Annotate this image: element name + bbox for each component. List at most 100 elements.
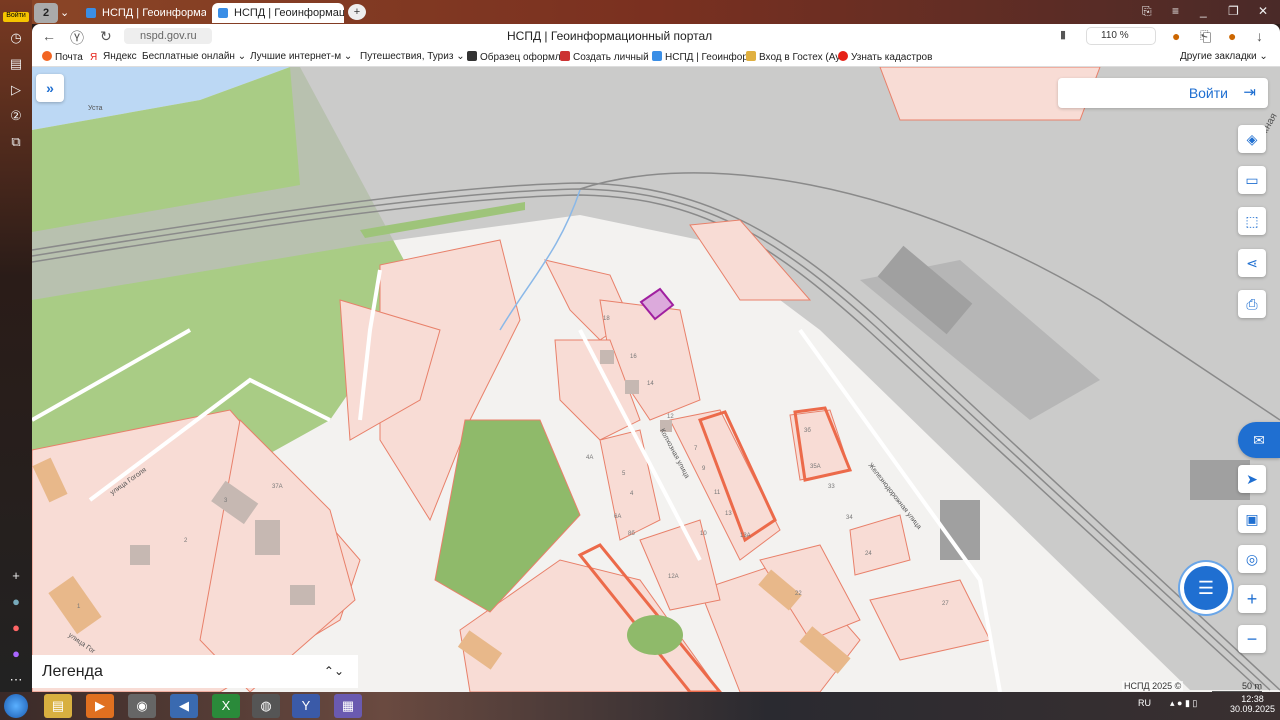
feedback-icon: ✉ <box>1253 432 1265 448</box>
chevron-updown-icon[interactable]: ⌃⌄ <box>324 655 344 688</box>
date: 30.09.2025 <box>1230 704 1276 714</box>
chrome-icon[interactable]: ◉ <box>128 694 156 718</box>
zoom-out-button[interactable]: − <box>1238 625 1266 653</box>
browser-app-icon[interactable]: ◍ <box>252 694 280 718</box>
yandex-icon: Я <box>90 52 98 63</box>
chat-icon: ☰ <box>1197 578 1215 598</box>
house-number: 13А <box>740 533 751 539</box>
attribution: НСПД 2025 © <box>1122 681 1184 691</box>
yandex-browser-icon[interactable]: Y <box>292 694 320 718</box>
add-icon[interactable]: + <box>6 566 26 586</box>
plus-icon: + <box>1246 589 1258 609</box>
bookmark-icon[interactable]: ▮ <box>1060 28 1066 41</box>
minimize-button[interactable]: _ <box>1200 4 1207 18</box>
bookmark-label: Почта <box>55 52 83 63</box>
bookmark-item[interactable]: Узнать кадастров <box>838 51 932 63</box>
geolocation-button[interactable]: ➤ <box>1238 465 1266 493</box>
notes-icon[interactable]: ▤ <box>6 54 26 74</box>
yandex-icon[interactable]: Ⓨ <box>70 28 84 48</box>
house-number: 24 <box>865 551 872 557</box>
area-select-button[interactable]: ⬚ <box>1238 207 1266 235</box>
bookmarks-panel-icon[interactable]: ⎘ <box>1142 4 1152 19</box>
bookmark-folder[interactable]: Путешествия, Туриз ⌄ <box>360 51 465 62</box>
house-number: 6А <box>614 514 621 520</box>
nspd-icon <box>652 51 662 61</box>
home-icon <box>838 51 848 61</box>
login-button[interactable]: Войти ⇥ <box>1058 78 1268 108</box>
locate-button[interactable]: ◎ <box>1238 545 1266 573</box>
bookmark-item[interactable]: Я Яндекс <box>90 51 137 63</box>
browser-sidebar: Войти ◷ ▤ ▷ ② ⧉ + ● ● ● ⋯ <box>0 0 32 692</box>
tabs-dropdown-icon[interactable]: ⌄ <box>58 3 72 23</box>
profile-icon[interactable]: ● <box>1228 28 1236 44</box>
menu-icon[interactable]: ≡ <box>1172 4 1179 18</box>
assistant-icon[interactable]: ● <box>6 644 26 664</box>
market-icon[interactable]: ● <box>6 618 26 638</box>
close-window-button[interactable]: ✕ <box>1258 4 1268 18</box>
layers-button[interactable]: ◈ <box>1238 125 1266 153</box>
bookmark-folder[interactable]: Бесплатные онлайн ⌄ <box>142 51 246 62</box>
collections-icon[interactable]: ⧉ <box>6 132 26 152</box>
excel-icon[interactable]: X <box>212 694 240 718</box>
tab-2[interactable]: НСПД | Геоинформаци ✕ <box>212 3 344 23</box>
tab-bar: 2 ⌄ НСПД | Геоинформационн НСПД | Геоинф… <box>32 0 1280 24</box>
zoom-indicator[interactable]: 110 % <box>1086 27 1156 45</box>
url-field[interactable]: nspd.gov.ru <box>124 28 212 44</box>
measure-button[interactable]: ▭ <box>1238 166 1266 194</box>
tab-1[interactable]: НСПД | Геоинформационн <box>80 3 206 23</box>
history-icon[interactable]: ◷ <box>6 28 26 48</box>
bookmark-folder[interactable]: Лучшие интернет-м ⌄ <box>250 51 352 62</box>
print-button[interactable]: ⎙ <box>1238 290 1266 318</box>
app-icon[interactable]: ▦ <box>334 694 362 718</box>
back-icon[interactable]: ← <box>42 28 56 44</box>
bookmark-item[interactable]: Образец оформл <box>467 51 561 63</box>
house-number: 14 <box>647 381 654 387</box>
other-bookmarks[interactable]: Другие закладки ⌄ <box>1180 51 1268 62</box>
bookmark-item[interactable]: Вход в Гостех (Ау <box>746 51 840 63</box>
house-number: 4А <box>586 455 593 461</box>
legend-panel[interactable]: Легенда ⌃⌄ <box>32 655 358 688</box>
minus-icon: − <box>1246 629 1258 649</box>
bookmark-item[interactable]: Создать личный <box>560 51 649 63</box>
start-button[interactable] <box>4 694 28 718</box>
bookmarks-bar: Почта Я Яндекс Бесплатные онлайн ⌄ Лучшие… <box>32 48 1280 67</box>
language-indicator[interactable]: RU <box>1138 698 1151 708</box>
login-label: Войти <box>1188 85 1228 101</box>
alice-icon[interactable]: ● <box>6 592 26 612</box>
bookmark-label: Образец оформл <box>480 52 561 63</box>
clock[interactable]: 12:38 30.09.2025 <box>1230 694 1275 714</box>
menu-icon[interactable]: ⋯ <box>6 670 26 690</box>
feedback-button[interactable]: ✉ <box>1238 422 1280 458</box>
expand-panel-button[interactable]: » <box>36 74 64 102</box>
extension-icon[interactable]: ● <box>1172 28 1180 44</box>
ruler-icon: ▭ <box>1245 172 1259 188</box>
house-number: 34 <box>846 515 853 521</box>
sidebar-toggle-icon[interactable]: ⎗ <box>1200 28 1211 45</box>
house-number: 12А <box>668 574 679 580</box>
taskbar: ▤ ▶ ◉ ◀ X ◍ Y ▦ RU ▴ ● ▮ ▯ 12:38 30.09.20… <box>0 692 1280 720</box>
tab-group-count[interactable]: 2 <box>34 3 58 23</box>
video-icon[interactable]: ▷ <box>6 80 26 100</box>
new-tab-button[interactable]: + <box>348 4 366 20</box>
tray-icons[interactable]: ▴ ● ▮ ▯ <box>1170 698 1197 709</box>
layers-icon: ◈ <box>1246 131 1258 147</box>
print-icon: ⎙ <box>1246 296 1258 312</box>
bookmark-item[interactable]: НСПД | Геоинфор <box>652 51 748 63</box>
house-number: 16 <box>630 354 637 360</box>
reload-icon[interactable]: ↻ <box>100 28 112 45</box>
restore-button[interactable]: ❐ <box>1228 4 1239 18</box>
media-player-icon[interactable]: ▶ <box>86 694 114 718</box>
map-canvas[interactable]: Уста Колхозная улица Железнодорожная ули… <box>32 67 1280 692</box>
chat-button[interactable]: ☰ <box>1184 566 1228 610</box>
explorer-icon[interactable]: ▤ <box>44 694 72 718</box>
minimap-button[interactable]: ▣ <box>1238 505 1266 533</box>
zoom-in-button[interactable]: + <box>1238 585 1266 613</box>
bookmark-label: Яндекс <box>103 51 137 62</box>
downloads-icon[interactable]: ↓ <box>1256 28 1263 44</box>
tabs-count-icon[interactable]: ② <box>6 106 26 126</box>
bookmark-item[interactable]: Почта <box>42 51 83 63</box>
profile-login-button[interactable]: Войти <box>3 12 29 22</box>
share-button[interactable]: ⋖ <box>1238 249 1266 277</box>
speaker-icon[interactable]: ◀ <box>170 694 198 718</box>
tab-label: НСПД | Геоинформационн <box>102 7 206 19</box>
